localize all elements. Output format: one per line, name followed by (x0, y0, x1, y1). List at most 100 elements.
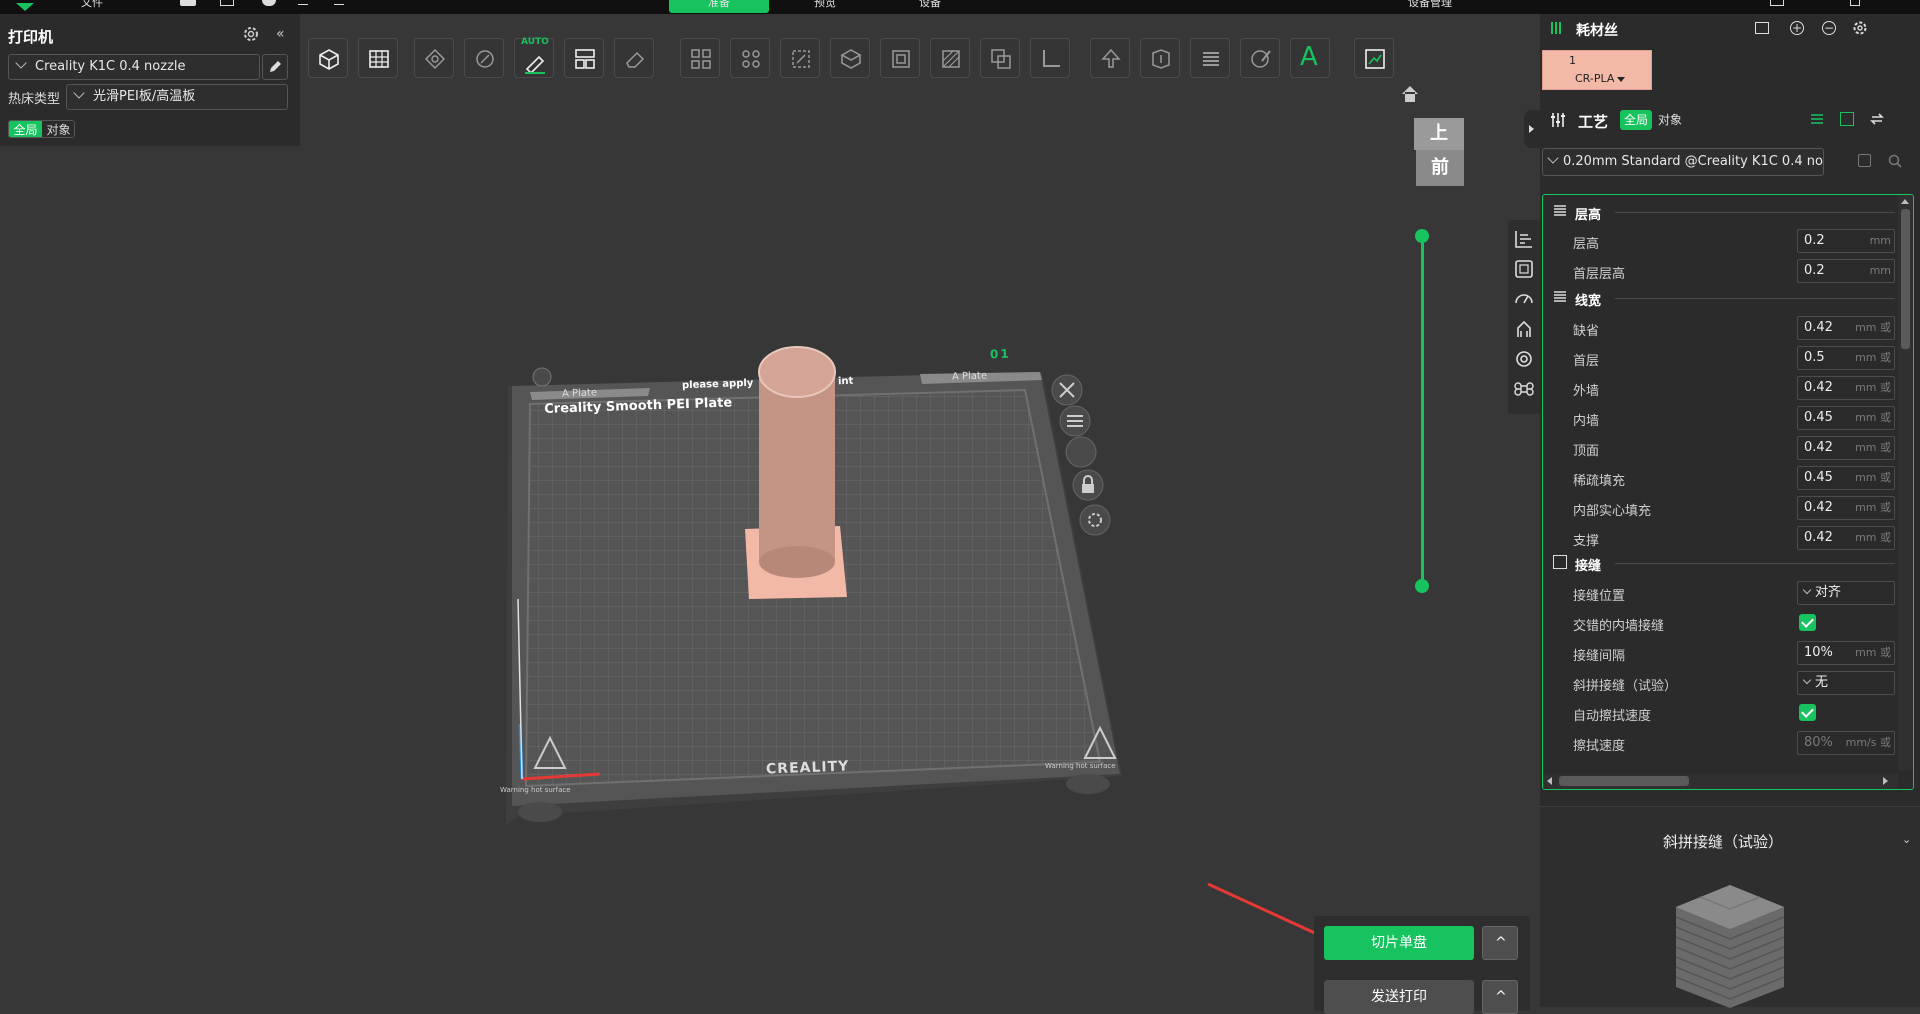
layer-slider-track[interactable] (1421, 236, 1424, 586)
file-menu[interactable]: 文件 (62, 0, 122, 13)
printer-mode-toggle[interactable]: 全局 对象 (8, 120, 75, 138)
support-icon[interactable] (1513, 318, 1535, 340)
model-cylinder[interactable] (759, 372, 835, 562)
filament-settings-gear-icon[interactable] (1852, 20, 1868, 36)
open-project-icon[interactable] (180, 0, 196, 6)
align-icon[interactable] (1513, 228, 1535, 250)
sparse-infill-width-input[interactable]: 0.45 mm 或 (1797, 466, 1895, 490)
arrange-button[interactable] (564, 38, 604, 78)
scarf-seam-select[interactable]: 无 (1797, 671, 1895, 695)
add-filament-icon[interactable]: + (1790, 21, 1804, 35)
auto-wipe-speed-checkbox[interactable] (1799, 704, 1816, 721)
first-layer-height-input[interactable]: 0.2 mm (1797, 259, 1895, 283)
restore-window-icon[interactable] (1850, 0, 1860, 6)
settings-horizontal-scrollbar[interactable] (1543, 773, 1898, 789)
cut-button[interactable] (930, 38, 970, 78)
tab-prepare[interactable]: 准备 (669, 0, 769, 13)
help-collapse-icon[interactable]: ⌄ (1902, 833, 1911, 846)
sidebar-collapse-handle[interactable] (1524, 110, 1540, 148)
scroll-left-arrow-icon[interactable] (1547, 777, 1552, 785)
fuzzy-skin-button[interactable] (1190, 38, 1230, 78)
tab-device[interactable]: 设备 (890, 0, 970, 13)
mode-object[interactable]: 对象 (42, 121, 74, 137)
send-print-options-caret[interactable]: ^ (1482, 980, 1518, 1014)
split-objects-button[interactable] (680, 38, 720, 78)
filament-sync-icon[interactable] (1755, 22, 1769, 34)
view-cube[interactable]: 上 前 (1414, 118, 1464, 190)
vertical-scroll-thumb[interactable] (1901, 209, 1910, 349)
boolean-button[interactable] (980, 38, 1020, 78)
grid-view-icon[interactable] (1840, 112, 1854, 126)
scroll-up-arrow-icon[interactable] (1901, 199, 1909, 204)
support-width-input[interactable]: 0.42 mm 或 (1797, 526, 1895, 550)
layer-height-input[interactable]: 0.2 mm (1797, 229, 1895, 253)
add-object-button[interactable] (308, 38, 348, 78)
color-paint-button[interactable] (1240, 38, 1280, 78)
tab-preview[interactable]: 预览 (785, 0, 865, 13)
device-center-tab[interactable]: 设备管理 (1380, 0, 1480, 13)
send-print-button[interactable]: 发送打印 (1324, 980, 1474, 1014)
slice-plate-button[interactable]: 切片单盘 (1324, 926, 1474, 960)
filament-slot[interactable]: 1 CR-PLA (1542, 50, 1652, 90)
command-icon[interactable] (1513, 378, 1535, 400)
plate-view-icon[interactable] (1513, 258, 1535, 280)
inner-wall-width-input[interactable]: 0.45 mm 或 (1797, 406, 1895, 430)
first-layer-width-input[interactable]: 0.5 mm 或 (1797, 346, 1895, 370)
erase-button[interactable] (614, 38, 654, 78)
undo-icon[interactable] (298, 0, 308, 5)
bed-type-select[interactable]: 光滑PEI板/高温板 (66, 84, 288, 110)
printer-settings-gear-icon[interactable] (242, 25, 260, 43)
horizontal-scroll-thumb[interactable] (1559, 776, 1689, 786)
edit-printer-button[interactable] (262, 54, 288, 80)
target-icon[interactable] (1513, 348, 1535, 370)
view-cube-front[interactable]: 前 (1416, 150, 1464, 186)
view-cube-top[interactable]: 上 (1414, 118, 1464, 150)
outer-wall-width-input[interactable]: 0.42 mm 或 (1797, 376, 1895, 400)
wipe-speed-input[interactable]: 80% mm/s 或 (1797, 731, 1895, 755)
save-project-icon[interactable] (220, 0, 234, 6)
settings-icon[interactable] (262, 0, 276, 6)
auto-arrange-button[interactable]: AUTO (514, 37, 554, 78)
measure-button[interactable] (1030, 38, 1070, 78)
layer-slider-top-handle[interactable] (1415, 229, 1429, 243)
move-button[interactable] (780, 38, 820, 78)
auto-orient-button[interactable] (464, 38, 504, 78)
slice-options-caret[interactable]: ^ (1482, 926, 1518, 960)
plate-auto-icon[interactable] (1065, 436, 1097, 468)
support-paint-button[interactable] (1090, 38, 1130, 78)
mode-global[interactable]: 全局 (9, 121, 42, 137)
orient-button[interactable] (414, 38, 454, 78)
seam-gap-input[interactable]: 10% mm 或 (1797, 641, 1895, 665)
remove-filament-icon[interactable]: − (1822, 21, 1836, 35)
process-preset-select[interactable]: 0.20mm Standard @Creality K1C 0.4 nozzle (1542, 148, 1824, 176)
solid-infill-width-input[interactable]: 0.42 mm 或 (1797, 496, 1895, 520)
process-mode-global[interactable]: 全局 (1620, 110, 1652, 130)
viewport-3d[interactable]: 01 Creality Smooth PEI Plate A Plate A P… (300, 74, 1540, 1014)
staggered-seam-checkbox[interactable] (1799, 614, 1816, 631)
seam-paint-button[interactable] (1140, 38, 1180, 78)
plate-edit-icon[interactable] (532, 367, 552, 387)
process-mode-toggle[interactable]: 全局 对象 (1620, 110, 1690, 130)
network-icon[interactable] (1770, 0, 1784, 6)
layer-slider-bottom-handle[interactable] (1415, 579, 1429, 593)
svg-tool-button[interactable] (1354, 38, 1394, 78)
collapse-panel-icon[interactable]: « (276, 26, 285, 42)
save-preset-icon[interactable] (1858, 154, 1871, 167)
home-view-icon[interactable] (1400, 84, 1420, 104)
printer-select[interactable]: Creality K1C 0.4 nozzle (8, 54, 260, 80)
add-plate-button[interactable] (358, 38, 398, 78)
default-width-input[interactable]: 0.42 mm 或 (1797, 316, 1895, 340)
top-width-input[interactable]: 0.42 mm 或 (1797, 436, 1895, 460)
scale-button[interactable] (880, 38, 920, 78)
seam-position-select[interactable]: 对齐 (1797, 581, 1895, 605)
list-view-icon[interactable] (1810, 112, 1824, 126)
text-tool-button[interactable]: A (1290, 38, 1330, 78)
process-mode-object[interactable]: 对象 (1652, 110, 1688, 130)
redo-icon[interactable] (334, 0, 344, 5)
rotate-button[interactable] (830, 38, 870, 78)
settings-vertical-scrollbar[interactable] (1898, 195, 1913, 771)
speed-gauge-icon[interactable] (1513, 288, 1535, 310)
scroll-right-arrow-icon[interactable] (1883, 777, 1888, 785)
compare-icon[interactable] (1870, 112, 1884, 126)
plate-settings-icon[interactable] (1079, 504, 1111, 536)
